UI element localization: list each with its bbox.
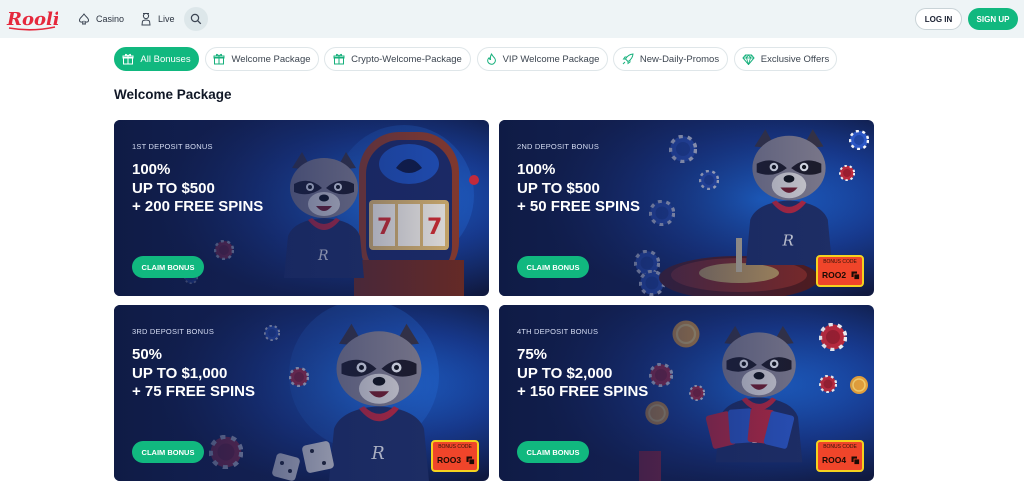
filter-vip-welcome-package[interactable]: VIP Welcome Package: [477, 47, 608, 71]
search-button[interactable]: [184, 7, 208, 31]
copy-icon[interactable]: [466, 456, 475, 465]
section-title: Welcome Package: [114, 87, 232, 102]
bonus-card-3: 3RD DEPOSIT BONUS 50% UP TO $1,000 + 75 …: [114, 305, 489, 481]
bonus-code-badge[interactable]: BONUS CODE ROO3: [431, 440, 479, 472]
filter-crypto-welcome-package-label: Crypto-Welcome-Package: [351, 53, 462, 65]
filter-crypto-welcome-package[interactable]: Crypto-Welcome-Package: [324, 47, 471, 71]
headline-amount: UP TO $500: [132, 179, 215, 197]
card-label: 2ND DEPOSIT BONUS: [517, 142, 600, 151]
spade-icon: [78, 13, 90, 25]
filter-welcome-package-label: Welcome Package: [231, 53, 311, 65]
diamond-icon: [742, 53, 755, 65]
search-icon: [190, 13, 202, 25]
bonus-code-label: BONUS CODE: [438, 444, 472, 450]
dealer-icon: [141, 12, 151, 26]
copy-icon[interactable]: [851, 271, 860, 280]
signup-button[interactable]: SIGN UP: [968, 8, 1018, 30]
bonus-card-1: 7 7 1ST DEPOSIT BONUS 100% UP TO $500 + …: [114, 120, 489, 296]
headline-spins: + 75 FREE SPINS: [132, 383, 255, 400]
headline-percent: 100%: [132, 161, 171, 178]
filter-all-bonuses[interactable]: All Bonuses: [114, 47, 199, 71]
bonus-card-4: 4TH DEPOSIT BONUS 75% UP TO $2,000 + 150…: [499, 305, 874, 481]
filter-exclusive-offers[interactable]: Exclusive Offers: [734, 47, 837, 71]
headline-spins: + 50 FREE SPINS: [517, 198, 640, 215]
claim-bonus-button[interactable]: CLAIM BONUS: [132, 441, 204, 463]
bonus-code-label: BONUS CODE: [823, 444, 857, 450]
headline-amount: UP TO $1,000: [132, 364, 228, 382]
card-label: 3RD DEPOSIT BONUS: [132, 327, 215, 336]
login-button[interactable]: LOG IN: [915, 8, 962, 30]
bonus-code-badge[interactable]: BONUS CODE ROO4: [816, 440, 864, 472]
flame-icon: [486, 53, 496, 65]
bonus-code-value: ROO4: [822, 455, 847, 465]
headline-percent: 50%: [132, 346, 163, 363]
card-headline: 50% UP TO $1,000 + 75 FREE SPINS: [132, 346, 255, 402]
filter-vip-welcome-package-label: VIP Welcome Package: [502, 53, 600, 65]
top-header: Rooli Casino Live LOG IN SIGN UP: [0, 0, 1024, 38]
headline-spins: + 150 FREE SPINS: [517, 383, 649, 400]
filter-new-daily-promos[interactable]: New-Daily-Promos: [613, 47, 728, 71]
svg-text:Rooli: Rooli: [6, 9, 58, 30]
card-label: 4TH DEPOSIT BONUS: [517, 327, 599, 336]
claim-bonus-button[interactable]: CLAIM BONUS: [517, 256, 589, 278]
bonus-card-2: 2ND DEPOSIT BONUS 100% UP TO $500 + 50 F…: [499, 120, 874, 296]
headline-percent: 75%: [517, 346, 548, 363]
headline-spins: + 200 FREE SPINS: [132, 198, 264, 215]
nav-casino[interactable]: Casino: [78, 9, 124, 29]
rooli-logo[interactable]: Rooli: [6, 6, 58, 32]
nav-casino-label: Casino: [96, 14, 125, 24]
filter-exclusive-offers-label: Exclusive Offers: [760, 53, 830, 65]
headline-amount: UP TO $500: [517, 179, 600, 197]
headline-percent: 100%: [517, 161, 556, 178]
nav-live[interactable]: Live: [140, 9, 175, 29]
nav-live-label: Live: [158, 14, 175, 24]
card-headline: 75% UP TO $2,000 + 150 FREE SPINS: [517, 346, 648, 402]
bonus-code-label: BONUS CODE: [823, 259, 857, 265]
card-label: 1ST DEPOSIT BONUS: [132, 142, 213, 151]
copy-icon[interactable]: [851, 456, 860, 465]
gift-icon: [213, 53, 225, 65]
rocket-icon: [622, 53, 634, 65]
bonus-code-value: ROO2: [822, 270, 847, 280]
card-headline: 100% UP TO $500 + 200 FREE SPINS: [132, 161, 263, 217]
filter-all-bonuses-label: All Bonuses: [140, 53, 191, 65]
bonus-code-value: ROO3: [437, 455, 462, 465]
gift-icon: [122, 53, 134, 65]
filter-new-daily-promos-label: New-Daily-Promos: [639, 53, 720, 65]
headline-amount: UP TO $2,000: [517, 364, 613, 382]
filter-welcome-package[interactable]: Welcome Package: [205, 47, 319, 71]
gift-icon: [333, 53, 345, 65]
card-headline: 100% UP TO $500 + 50 FREE SPINS: [517, 161, 640, 217]
bonus-code-badge[interactable]: BONUS CODE ROO2: [816, 255, 864, 287]
claim-bonus-button[interactable]: CLAIM BONUS: [517, 441, 589, 463]
claim-bonus-button[interactable]: CLAIM BONUS: [132, 256, 204, 278]
